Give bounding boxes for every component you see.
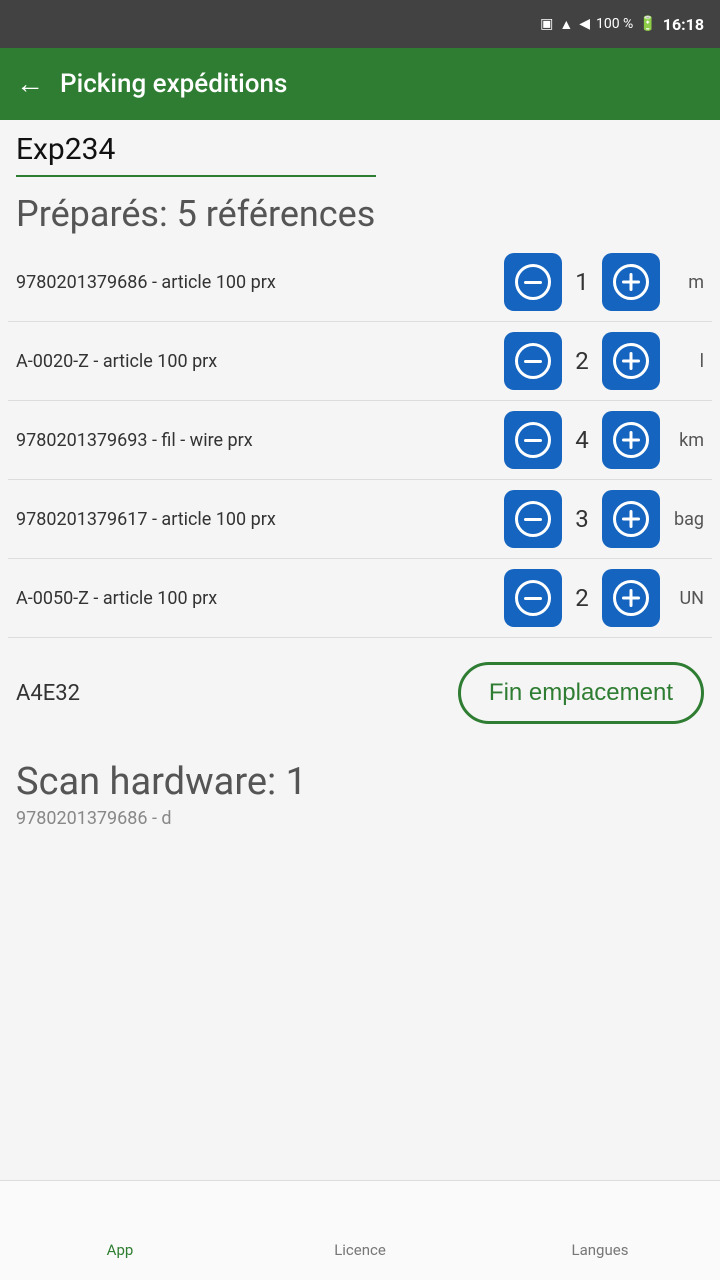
minus-button-2[interactable] (504, 332, 562, 390)
nav-item-licence[interactable]: Licence (240, 1202, 480, 1259)
plus-button-5[interactable] (602, 569, 660, 627)
back-button[interactable]: ← (16, 68, 44, 100)
minus-circle-icon-3 (515, 422, 551, 458)
nav-label-licence: Licence (334, 1241, 386, 1259)
status-icons: ▣ ▲ ◀ 100 % 🔋 16:18 (540, 15, 704, 34)
plus-circle-icon-1 (613, 264, 649, 300)
scan-sub: 9780201379686 - d (16, 808, 704, 829)
minus-button-3[interactable] (504, 411, 562, 469)
wifi-icon: ▲ (559, 16, 573, 33)
table-row: A-0050-Z - article 100 prx 2 UN (8, 559, 712, 638)
minus-line-1 (524, 281, 542, 284)
table-row: A-0020-Z - article 100 prx 2 l (8, 322, 712, 401)
header: ← Picking expéditions (0, 48, 720, 120)
table-row: 9780201379617 - article 100 prx 3 bag (8, 480, 712, 559)
minus-line-4 (524, 518, 542, 521)
minus-circle-icon-4 (515, 501, 551, 537)
prepares-title: Préparés: 5 références (16, 193, 704, 235)
plus-circle-icon-5 (613, 580, 649, 616)
item-label-3: 9780201379693 - fil - wire prx (16, 430, 496, 451)
minus-button-5[interactable] (504, 569, 562, 627)
plus-circle-icon-4 (613, 501, 649, 537)
plus-button-2[interactable] (602, 332, 660, 390)
qty-value-5: 2 (570, 584, 594, 612)
expedition-id-section: Exp234 (0, 120, 720, 177)
table-row: 9780201379693 - fil - wire prx 4 km (8, 401, 712, 480)
status-time: 16:18 (663, 15, 704, 34)
bottom-nav: App Licence Langues (0, 1180, 720, 1280)
unit-label-5: UN (668, 588, 704, 609)
plus-button-4[interactable] (602, 490, 660, 548)
item-label-4: 9780201379617 - article 100 prx (16, 509, 496, 530)
nav-label-app: App (107, 1241, 134, 1259)
qty-value-3: 4 (570, 426, 594, 454)
status-bar: ▣ ▲ ◀ 100 % 🔋 16:18 (0, 0, 720, 48)
expedition-id[interactable]: Exp234 (16, 132, 704, 171)
plus-shape-2 (622, 352, 640, 370)
header-title: Picking expéditions (60, 69, 287, 99)
qty-value-2: 2 (570, 347, 594, 375)
item-label-1: 9780201379686 - article 100 prx (16, 272, 496, 293)
nav-item-app[interactable]: App (0, 1202, 240, 1259)
minus-circle-icon-5 (515, 580, 551, 616)
plus-button-3[interactable] (602, 411, 660, 469)
minus-line-3 (524, 439, 542, 442)
plus-button-1[interactable] (602, 253, 660, 311)
scan-title: Scan hardware: 1 (16, 760, 704, 804)
unit-label-1: m (668, 272, 704, 293)
battery-text: 100 % (596, 16, 633, 32)
qty-value-1: 1 (570, 268, 594, 296)
minus-button-4[interactable] (504, 490, 562, 548)
items-list: 9780201379686 - article 100 prx 1 m A-00… (0, 243, 720, 638)
minus-circle-icon-1 (515, 264, 551, 300)
item-label-2: A-0020-Z - article 100 prx (16, 351, 496, 372)
back-icon: ← (16, 68, 44, 99)
scan-section: Scan hardware: 1 9780201379686 - d (0, 748, 720, 841)
cast-icon: ▣ (540, 16, 553, 32)
minus-line-2 (524, 360, 542, 363)
action-area: A4E32 Fin emplacement (0, 638, 720, 748)
prepares-section: Préparés: 5 références (0, 177, 720, 243)
location-label: A4E32 (16, 681, 80, 706)
qty-value-4: 3 (570, 505, 594, 533)
unit-label-2: l (668, 351, 704, 372)
nav-label-langues: Langues (572, 1241, 629, 1259)
plus-shape-4 (622, 510, 640, 528)
main-content: Exp234 Préparés: 5 références 9780201379… (0, 120, 720, 1180)
minus-button-1[interactable] (504, 253, 562, 311)
plus-shape-1 (622, 273, 640, 291)
plus-shape-3 (622, 431, 640, 449)
battery-icon: 🔋 (639, 16, 656, 32)
item-label-5: A-0050-Z - article 100 prx (16, 588, 496, 609)
minus-circle-icon-2 (515, 343, 551, 379)
minus-line-5 (524, 597, 542, 600)
fin-emplacement-button[interactable]: Fin emplacement (458, 662, 704, 724)
unit-label-3: km (668, 430, 704, 451)
plus-circle-icon-3 (613, 422, 649, 458)
table-row: 9780201379686 - article 100 prx 1 m (8, 243, 712, 322)
plus-circle-icon-2 (613, 343, 649, 379)
signal-icon: ◀ (579, 16, 590, 32)
nav-item-langues[interactable]: Langues (480, 1202, 720, 1259)
unit-label-4: bag (668, 509, 704, 530)
plus-shape-5 (622, 589, 640, 607)
